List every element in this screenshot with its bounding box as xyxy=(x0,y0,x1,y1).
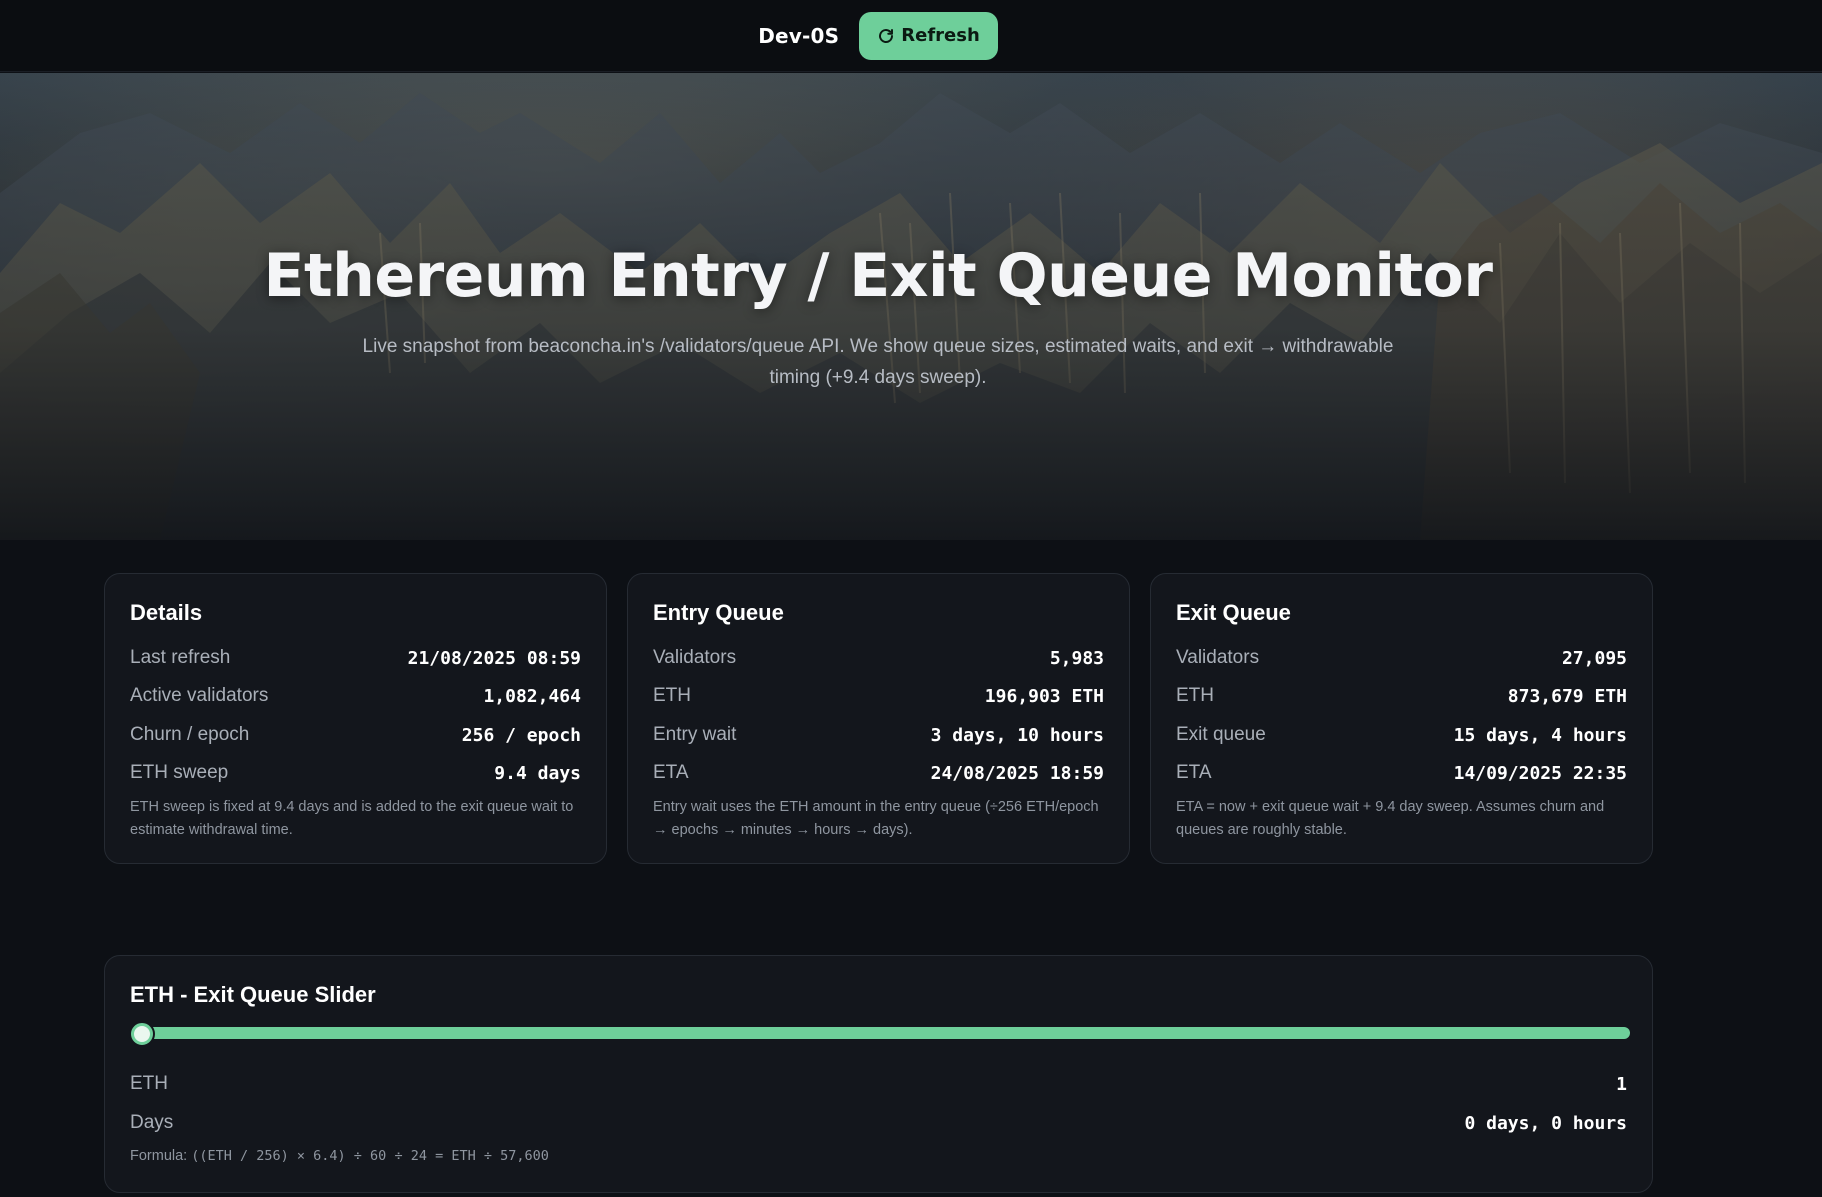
exit-queue-note: ETA = now + exit queue wait + 9.4 day sw… xyxy=(1176,799,1605,838)
exit-queue-slider-card: ETH - Exit Queue Slider ETH 1 Days 0 day… xyxy=(104,955,1653,1193)
details-row-active-validators: Active validators 1,082,464 xyxy=(130,685,581,707)
brand-name[interactable]: Dev-0S xyxy=(758,24,839,48)
entry-queue-note: Entry wait uses the ETH amount in the en… xyxy=(653,799,1099,838)
page-title: Ethereum Entry / Exit Queue Monitor xyxy=(263,241,1494,311)
refresh-button-label: Refresh xyxy=(901,25,980,46)
refresh-button[interactable]: Refresh xyxy=(859,11,998,60)
slider-row-days: Days 0 days, 0 hours xyxy=(130,1112,1627,1134)
exit-row-eth: ETH 873,679 ETH xyxy=(1176,685,1627,707)
eth-slider-thumb[interactable] xyxy=(131,1023,153,1045)
entry-row-wait: Entry wait 3 days, 10 hours xyxy=(653,724,1104,746)
entry-row-validators: Validators 5,983 xyxy=(653,647,1104,669)
slider-row-eth: ETH 1 xyxy=(130,1073,1627,1095)
top-bar: Dev-0S Refresh xyxy=(0,0,1822,72)
details-row-last-refresh: Last refresh 21/08/2025 08:59 xyxy=(130,647,581,669)
exit-queue-card-title: Exit Queue xyxy=(1176,600,1291,625)
details-card: Details Last refresh 21/08/2025 08:59 Ac… xyxy=(104,573,607,864)
slider-formula: Formula: ((ETH / 256) × 6.4) ÷ 60 ÷ 24 =… xyxy=(130,1148,549,1164)
entry-queue-card-title: Entry Queue xyxy=(653,600,784,625)
exit-row-wait: Exit queue 15 days, 4 hours xyxy=(1176,724,1627,746)
slider-card-title: ETH - Exit Queue Slider xyxy=(130,982,376,1007)
exit-row-validators: Validators 27,095 xyxy=(1176,647,1627,669)
details-note: ETH sweep is fixed at 9.4 days and is ad… xyxy=(130,799,574,838)
slider-days-value: 0 days, 0 hours xyxy=(1464,1112,1627,1134)
details-card-title: Details xyxy=(130,600,203,625)
exit-queue-card: Exit Queue Validators 27,095 ETH 873,679… xyxy=(1150,573,1653,864)
details-row-eth-sweep: ETH sweep 9.4 days xyxy=(130,762,581,784)
slider-eth-value: 1 xyxy=(1616,1073,1627,1095)
details-row-churn: Churn / epoch 256 / epoch xyxy=(130,724,581,746)
entry-row-eta: ETA 24/08/2025 18:59 xyxy=(653,762,1104,784)
entry-row-eth: ETH 196,903 ETH xyxy=(653,685,1104,707)
page-subtitle: Live snapshot from beaconcha.in's /valid… xyxy=(362,336,1394,388)
refresh-icon xyxy=(877,27,895,45)
entry-queue-card: Entry Queue Validators 5,983 ETH 196,903… xyxy=(627,573,1130,864)
eth-slider-track[interactable] xyxy=(130,1027,1630,1039)
hero-banner: Ethereum Entry / Exit Queue Monitor Live… xyxy=(0,73,1822,540)
exit-row-eta: ETA 14/09/2025 22:35 xyxy=(1176,762,1627,784)
